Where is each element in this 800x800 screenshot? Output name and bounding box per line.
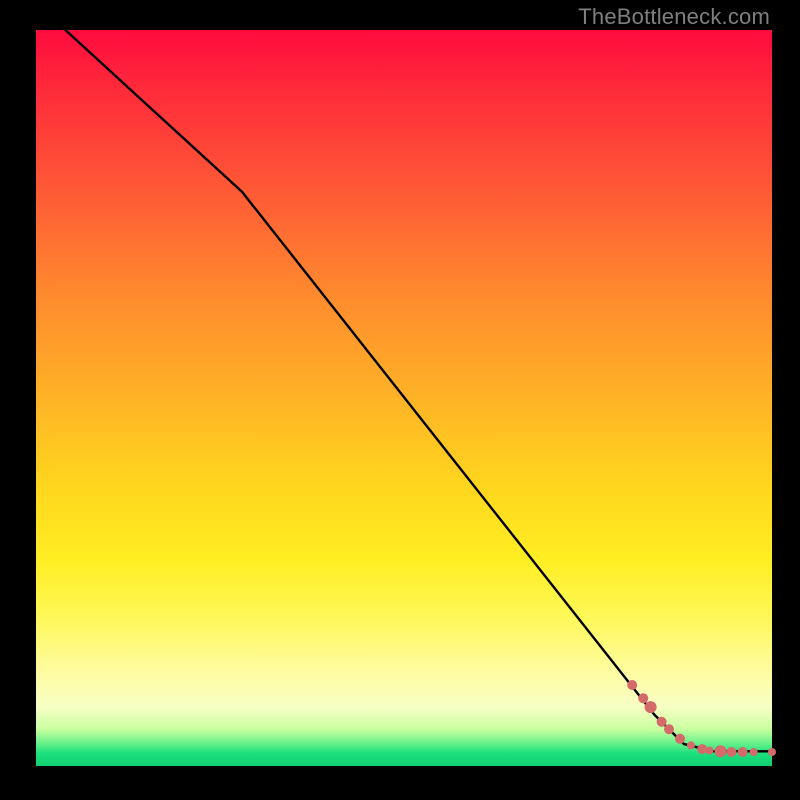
data-point — [697, 744, 707, 754]
curve-path — [65, 30, 772, 751]
data-point — [768, 748, 776, 756]
chart-overlay — [36, 30, 772, 766]
data-point — [705, 747, 713, 755]
data-point — [657, 717, 667, 727]
data-point — [664, 724, 674, 734]
data-point — [715, 745, 727, 757]
watermark-text: TheBottleneck.com — [578, 4, 770, 30]
chart-frame: TheBottleneck.com — [0, 0, 800, 800]
data-point — [675, 734, 685, 744]
data-point — [738, 747, 748, 757]
data-point — [750, 748, 758, 756]
data-point — [645, 701, 657, 713]
bottleneck-curve — [65, 30, 772, 751]
data-point — [687, 741, 695, 749]
data-point — [638, 693, 648, 703]
data-markers — [627, 680, 776, 757]
data-point — [627, 680, 637, 690]
data-point — [727, 747, 737, 757]
